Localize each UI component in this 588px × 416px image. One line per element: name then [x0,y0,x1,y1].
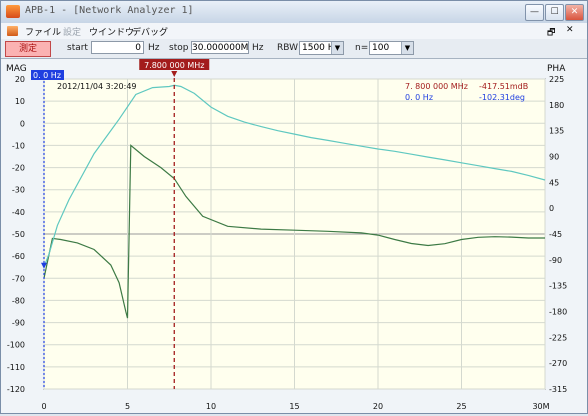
marker2-readout-value: -102.31deg [479,93,525,102]
left-tick-label: -50 [12,230,25,239]
stop-label: stop [169,43,189,53]
app-icon [6,5,20,18]
right-tick-label: -45 [549,230,562,239]
right-tick-label: -90 [549,256,562,265]
mdi-close-icon[interactable]: ✕ [566,25,574,35]
document-menu-icon[interactable] [7,26,18,36]
right-tick-labels: 225 180 135 90 45 0 -45 -90 -135 -180 -225 -270 -315 [549,75,567,394]
start-input[interactable]: 0 [91,41,144,54]
chevron-down-icon: ▼ [401,42,413,54]
left-tick-label: 20 [15,75,25,84]
toolbar: 測定 start 0 Hz stop 30.000000M Hz RBW 150… [1,39,587,59]
left-tick-label: 10 [15,97,25,106]
left-tick-label: -20 [12,164,25,173]
window-title: APB-1 - [Network Analyzer 1] [25,5,194,16]
n-label: n= [355,43,369,53]
left-tick-label: -60 [12,252,25,261]
left-tick-label: -100 [7,341,25,350]
menu-settings[interactable]: 設定 [63,25,81,38]
right-tick-label: 135 [549,127,564,136]
left-tick-label: 0 [20,119,25,128]
marker1-label: 7.800 000 MHz [144,61,204,70]
x-tick-labels: 0 5 10 15 20 25 30M [41,402,549,411]
marker1-readout-freq: 7. 800 000 MHz [405,82,468,91]
left-tick-label: -120 [7,385,25,394]
right-tick-label: -315 [549,385,567,394]
left-tick-label: -80 [12,296,25,305]
menu-debug[interactable]: デバッグ [132,25,168,38]
x-tick-label: 0 [41,402,46,411]
menu-bar: ファイル 設定 ウインドウ デバッグ 🗗 ✕ [1,23,587,40]
start-unit: Hz [148,43,160,53]
left-tick-label: -40 [12,208,25,217]
left-tick-label: -30 [12,186,25,195]
n-value: 100 [372,43,390,53]
marker1-readout-value: -417.51mdB [479,82,528,91]
app-window: APB-1 - [Network Analyzer 1] — ☐ ✕ ファイル … [0,0,588,414]
close-button[interactable]: ✕ [565,4,584,21]
x-tick-label: 15 [289,402,299,411]
timestamp: 2012/11/04 3:20:49 [57,82,137,91]
marker2-readout-freq: 0. 0 Hz [405,93,433,102]
chevron-down-icon: ▼ [331,42,343,54]
rbw-label: RBW [277,43,299,53]
x-tick-label: 20 [373,402,383,411]
stop-unit: Hz [252,43,264,53]
x-tick-label: 25 [456,402,466,411]
menu-window[interactable]: ウインドウ [89,25,134,38]
left-tick-label: -110 [7,363,25,372]
right-tick-label: 45 [549,178,559,187]
stop-input[interactable]: 30.000000M [191,41,249,54]
left-axis-title: MAG [6,64,27,74]
right-tick-label: 0 [549,204,554,213]
right-tick-label: -225 [549,333,567,342]
right-tick-label: 90 [549,153,559,162]
marker1-triangle-icon [171,71,178,77]
chart-svg[interactable]: 20 10 0 -10 -20 -30 -40 -50 -60 -70 -80 -90 -100 -110… [1,59,587,413]
right-tick-label: 180 [549,101,564,110]
right-axis-title: PHA [547,64,566,74]
x-tick-label: 30M [532,402,549,411]
right-tick-label: -270 [549,359,567,368]
minimize-button[interactable]: — [525,4,544,21]
x-tick-label: 10 [206,402,216,411]
marker2-label: 0. 0 Hz [33,71,61,80]
left-tick-label: -70 [12,274,25,283]
menu-file[interactable]: ファイル [25,25,61,38]
measure-button[interactable]: 測定 [5,41,51,57]
rbw-select[interactable]: 1500 Hz ▼ [299,41,344,55]
right-tick-label: -180 [549,308,567,317]
right-tick-label: 225 [549,75,564,84]
chart-area[interactable]: 20 10 0 -10 -20 -30 -40 -50 -60 -70 -80 -90 -100 -110… [1,59,587,413]
x-tick-label: 5 [125,402,130,411]
right-tick-label: -135 [549,282,567,291]
left-tick-label: -90 [12,319,25,328]
left-tick-label: -10 [12,141,25,150]
n-select[interactable]: 100 ▼ [369,41,414,55]
maximize-button[interactable]: ☐ [545,4,564,21]
left-tick-labels: 20 10 0 -10 -20 -30 -40 -50 -60 -70 -80 -90 -100 -110… [7,75,25,394]
title-bar[interactable]: APB-1 - [Network Analyzer 1] — ☐ ✕ [1,1,587,23]
start-label: start [67,43,88,53]
